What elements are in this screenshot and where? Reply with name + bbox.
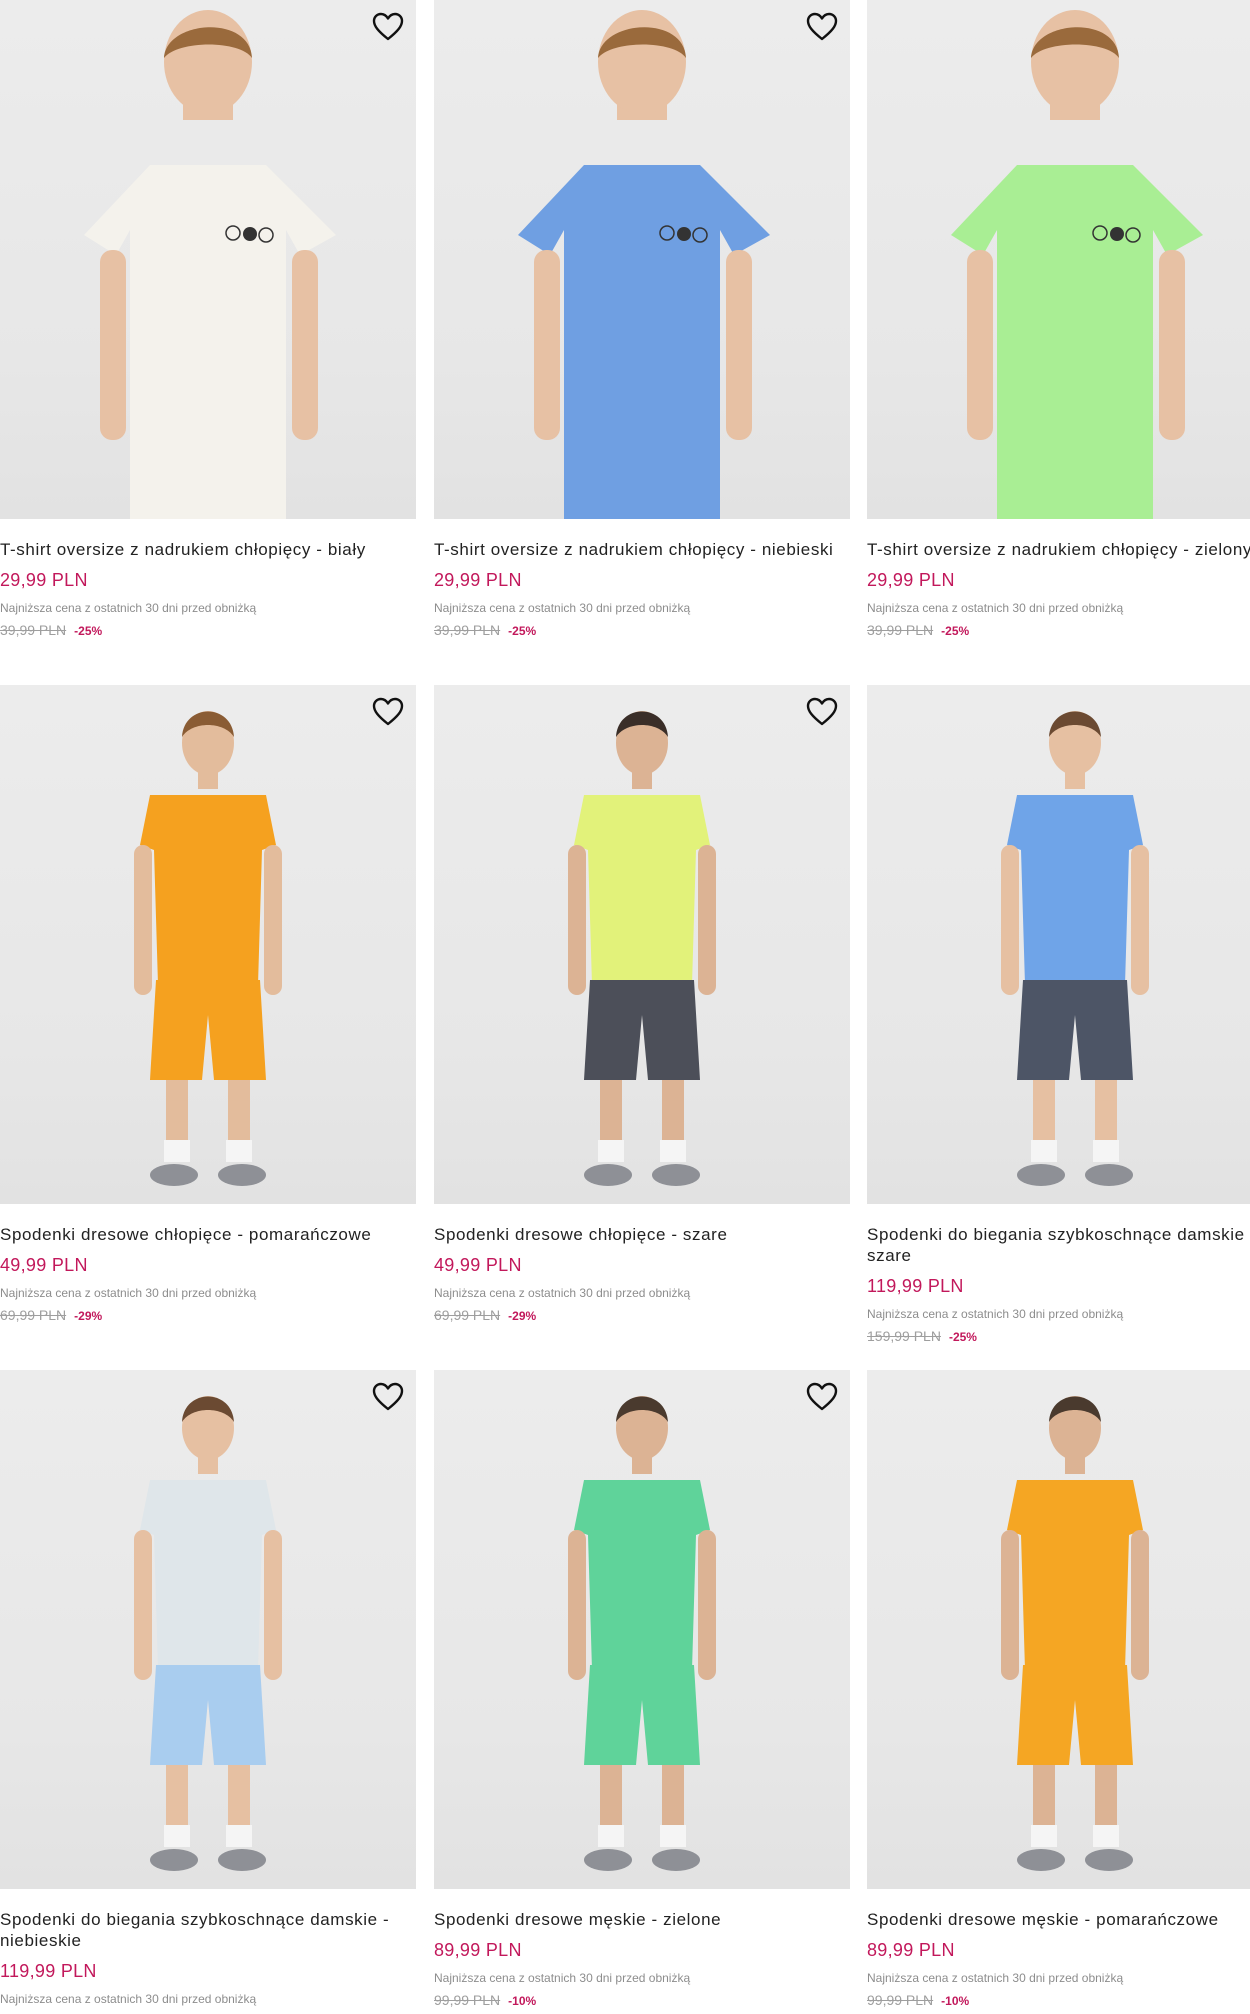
discount-badge: -25% [74, 624, 103, 638]
product-card[interactable]: Spodenki do biegania szybkoschnące damsk… [867, 685, 1250, 1345]
product-title[interactable]: Spodenki dresowe chłopięce - szare [434, 1224, 854, 1245]
old-price-row: 99,99 PLN -10% [867, 1992, 1250, 2009]
product-title[interactable]: Spodenki dresowe męskie - zielone [434, 1909, 854, 1930]
product-image[interactable] [0, 0, 416, 519]
old-price: 99,99 PLN [434, 1992, 501, 2008]
product-photo [134, 1396, 282, 1871]
old-price: 39,99 PLN [0, 622, 67, 638]
product-card[interactable]: T-shirt oversize z nadrukiem chłopięcy -… [867, 0, 1250, 639]
old-price-row: 99,99 PLN -10% [434, 1992, 850, 2009]
product-image[interactable] [0, 1370, 416, 1889]
product-title[interactable]: T-shirt oversize z nadrukiem chłopięcy -… [0, 539, 420, 560]
old-price-row: 39,99 PLN -25% [434, 622, 850, 639]
product-title[interactable]: T-shirt oversize z nadrukiem chłopięcy -… [434, 539, 854, 560]
product-card[interactable]: Spodenki dresowe chłopięce - szare 49,99… [434, 685, 850, 1324]
product-photo [518, 10, 770, 519]
lowest-price-note: Najniższa cena z ostatnich 30 dni przed … [867, 1307, 1124, 1321]
product-photo [1001, 711, 1149, 1186]
lowest-price-note: Najniższa cena z ostatnich 30 dni przed … [867, 601, 1124, 615]
product-title[interactable]: Spodenki dresowe chłopięce - pomarańczow… [0, 1224, 420, 1245]
heart-icon[interactable] [372, 697, 404, 727]
lowest-price-note: Najniższa cena z ostatnich 30 dni przed … [867, 1971, 1124, 1985]
old-price: 99,99 PLN [867, 1992, 934, 2008]
product-price: 49,99 PLN [434, 1255, 522, 1275]
old-price: 39,99 PLN [867, 622, 934, 638]
old-price: 39,99 PLN [434, 622, 501, 638]
product-card[interactable]: Spodenki dresowe męskie - zielone 89,99 … [434, 1370, 850, 2009]
product-price: 49,99 PLN [0, 1255, 88, 1275]
product-photo [568, 1396, 716, 1871]
product-title[interactable]: Spodenki dresowe męskie - pomarańczowe [867, 1909, 1250, 1930]
discount-badge: -10% [508, 1994, 537, 2008]
lowest-price-note: Najniższa cena z ostatnich 30 dni przed … [0, 1992, 257, 2006]
discount-badge: -25% [948, 1330, 977, 1344]
discount-badge: -25% [508, 624, 537, 638]
heart-icon[interactable] [806, 1382, 838, 1412]
product-card[interactable]: Spodenki dresowe męskie - pomarańczowe 8… [867, 1370, 1250, 2009]
product-price: 119,99 PLN [867, 1276, 964, 1296]
product-title[interactable]: Spodenki do biegania szybkoschnące damsk… [0, 1909, 420, 1951]
discount-badge: -29% [74, 1309, 103, 1323]
product-photo [568, 711, 716, 1186]
discount-badge: -29% [508, 1309, 537, 1323]
heart-icon[interactable] [372, 12, 404, 42]
product-title[interactable]: Spodenki do biegania szybkoschnące damsk… [867, 1224, 1250, 1266]
product-price: 29,99 PLN [0, 570, 88, 590]
old-price: 69,99 PLN [434, 1307, 501, 1323]
product-price: 29,99 PLN [867, 570, 955, 590]
product-title[interactable]: T-shirt oversize z nadrukiem chłopięcy -… [867, 539, 1250, 560]
product-card[interactable]: T-shirt oversize z nadrukiem chłopięcy -… [0, 0, 416, 639]
product-photo [134, 711, 282, 1186]
product-image[interactable] [0, 685, 416, 1204]
product-image[interactable] [867, 1370, 1250, 1889]
lowest-price-note: Najniższa cena z ostatnich 30 dni przed … [434, 1286, 691, 1300]
old-price-row: 39,99 PLN -25% [867, 622, 1250, 639]
lowest-price-note: Najniższa cena z ostatnich 30 dni przed … [0, 1286, 257, 1300]
product-price: 89,99 PLN [434, 1940, 522, 1960]
heart-icon[interactable] [806, 12, 838, 42]
product-image[interactable] [867, 0, 1250, 519]
discount-badge: -25% [941, 624, 970, 638]
lowest-price-note: Najniższa cena z ostatnich 30 dni przed … [434, 1971, 691, 1985]
old-price-row: 159,99 PLN -25% [867, 1328, 1250, 1345]
product-card[interactable]: Spodenki do biegania szybkoschnące damsk… [0, 1370, 416, 2006]
product-price: 89,99 PLN [867, 1940, 955, 1960]
old-price: 69,99 PLN [0, 1307, 67, 1323]
old-price-row: 69,99 PLN -29% [434, 1307, 850, 1324]
product-image[interactable] [434, 0, 850, 519]
heart-icon[interactable] [372, 1382, 404, 1412]
product-image[interactable] [867, 685, 1250, 1204]
product-photo [84, 10, 336, 519]
lowest-price-note: Najniższa cena z ostatnich 30 dni przed … [434, 601, 691, 615]
product-price: 119,99 PLN [0, 1961, 97, 1981]
discount-badge: -10% [941, 1994, 970, 2008]
old-price-row: 39,99 PLN -25% [0, 622, 416, 639]
product-card[interactable]: Spodenki dresowe chłopięce - pomarańczow… [0, 685, 416, 1324]
product-photo [1001, 1396, 1149, 1871]
product-photo [951, 10, 1203, 519]
old-price-row: 69,99 PLN -29% [0, 1307, 416, 1324]
old-price: 159,99 PLN [867, 1328, 941, 1344]
product-image[interactable] [434, 685, 850, 1204]
heart-icon[interactable] [806, 697, 838, 727]
product-image[interactable] [434, 1370, 850, 1889]
product-card[interactable]: T-shirt oversize z nadrukiem chłopięcy -… [434, 0, 850, 639]
lowest-price-note: Najniższa cena z ostatnich 30 dni przed … [0, 601, 257, 615]
product-price: 29,99 PLN [434, 570, 522, 590]
